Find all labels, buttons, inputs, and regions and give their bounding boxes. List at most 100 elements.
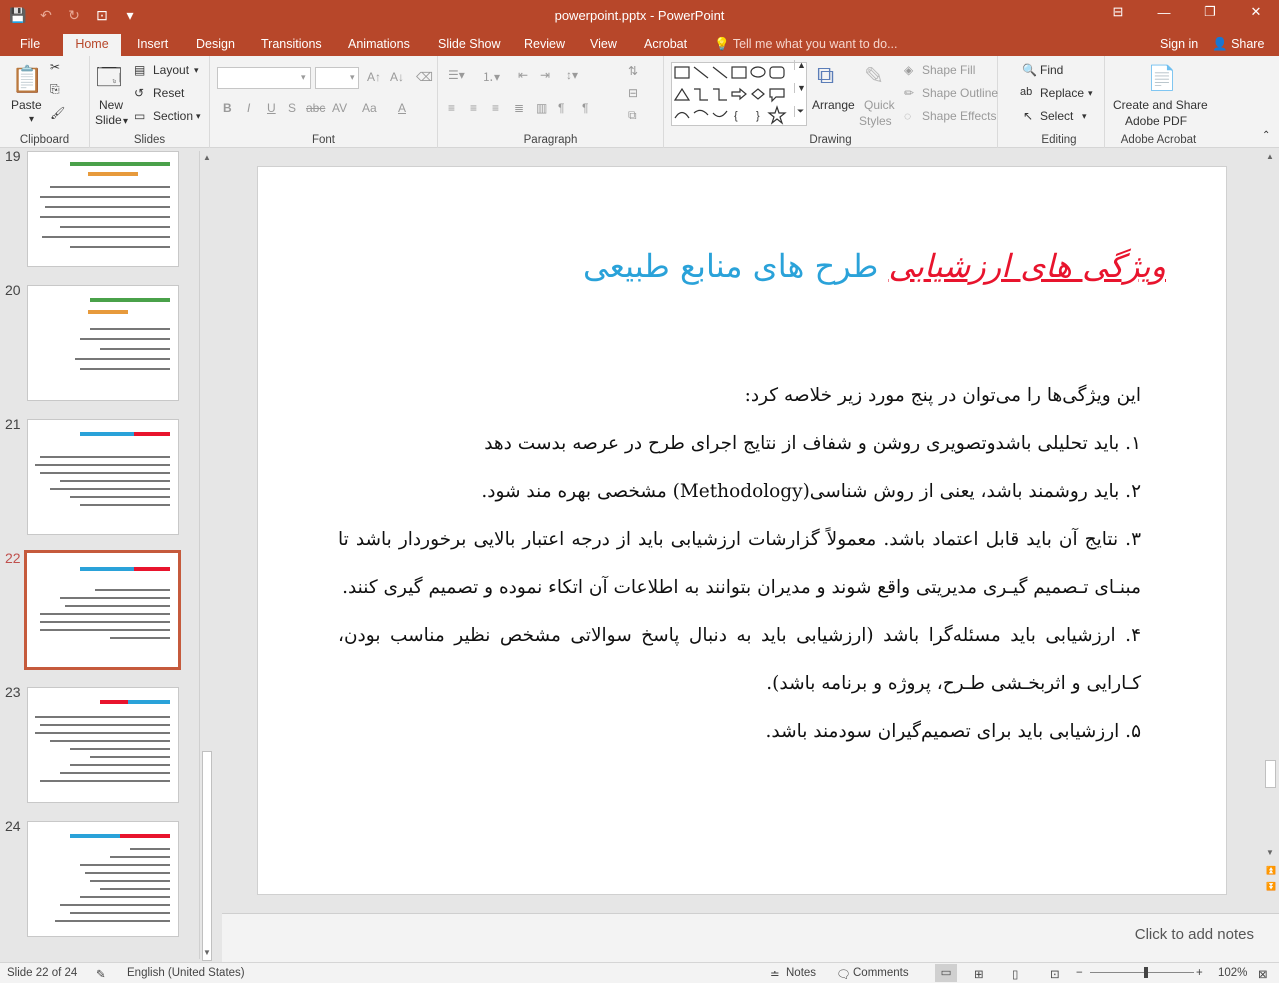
slide-canvas[interactable]: ویژگی های ارزشیابی طرح های منابع طبیعی ا… xyxy=(257,166,1227,895)
slide-thumbnail-21[interactable] xyxy=(27,419,179,535)
paste-icon[interactable]: 📋 xyxy=(11,64,43,95)
shapes-more-icon[interactable]: ⏷ xyxy=(794,106,804,117)
replace-button[interactable]: Replace xyxy=(1040,86,1084,100)
slide-thumbnail-22[interactable] xyxy=(24,550,181,670)
arrange-button[interactable]: Arrange xyxy=(812,98,855,112)
change-case-button[interactable]: Aa xyxy=(362,101,377,115)
language-indicator[interactable]: English (United States) xyxy=(127,967,245,979)
previous-slide-icon[interactable]: ⏫ xyxy=(1266,866,1276,875)
new-slide-label-2[interactable]: Slide xyxy=(95,113,122,127)
tab-view[interactable]: View xyxy=(582,34,625,56)
rtl-icon[interactable]: ¶ xyxy=(558,101,564,115)
zoom-level[interactable]: 102% xyxy=(1218,967,1247,979)
shapes-gallery[interactable]: { } xyxy=(671,62,807,126)
text-direction-icon[interactable]: ⇅ xyxy=(628,64,638,78)
cut-icon[interactable]: ✂ xyxy=(50,60,60,74)
zoom-slider-handle[interactable] xyxy=(1144,967,1148,978)
zoom-slider[interactable] xyxy=(1090,972,1194,973)
shapes-scroll-up-icon[interactable]: ▲ xyxy=(794,60,806,70)
strikethrough-button[interactable]: abc xyxy=(306,101,325,115)
zoom-in-icon[interactable]: + xyxy=(1196,967,1203,979)
tab-acrobat[interactable]: Acrobat xyxy=(636,34,695,56)
increase-font-icon[interactable]: A↑ xyxy=(367,70,381,84)
notes-pane[interactable]: Click to add notes xyxy=(222,913,1279,962)
ltr-icon[interactable]: ¶ xyxy=(582,101,588,115)
underline-button[interactable]: U xyxy=(267,101,276,115)
shape-effects-button[interactable]: Shape Effects xyxy=(922,109,997,123)
new-slide-label-1[interactable]: New xyxy=(99,98,123,112)
shape-fill-button[interactable]: Shape Fill xyxy=(922,63,975,77)
font-color-button[interactable]: A xyxy=(398,101,406,115)
align-text-icon[interactable]: ⊟ xyxy=(628,86,638,100)
tab-file[interactable]: File xyxy=(12,34,48,56)
reading-view-icon[interactable]: ▯ xyxy=(1012,967,1018,981)
scrollbar-thumb[interactable] xyxy=(1265,760,1276,788)
notes-button[interactable]: Notes xyxy=(786,967,816,979)
scroll-up-icon[interactable]: ▲ xyxy=(203,153,211,162)
thumbnails-scrollbar[interactable]: ▲ ▼ xyxy=(199,151,214,961)
justify-icon[interactable]: ≣ xyxy=(514,101,524,115)
restore-button[interactable]: ❐ xyxy=(1187,0,1233,24)
slide-thumbnail-19[interactable] xyxy=(27,151,179,267)
select-button[interactable]: Select xyxy=(1040,109,1073,123)
line-spacing-icon[interactable]: ↕▾ xyxy=(566,68,578,82)
layout-button[interactable]: Layout xyxy=(153,63,189,77)
tab-animations[interactable]: Animations xyxy=(340,34,418,56)
align-left-icon[interactable]: ≡ xyxy=(448,101,455,115)
comments-button[interactable]: Comments xyxy=(853,967,909,979)
shape-outline-button[interactable]: Shape Outline xyxy=(922,86,998,100)
ribbon-display-options-icon[interactable]: ⊟ xyxy=(1095,0,1141,24)
font-size-dropdown-icon[interactable]: ▾ xyxy=(350,72,355,83)
tab-review[interactable]: Review xyxy=(516,34,573,56)
slide-sorter-icon[interactable]: ⊞ xyxy=(974,967,984,981)
tab-design[interactable]: Design xyxy=(188,34,243,56)
shapes-scroll-down-icon[interactable]: ▼ xyxy=(794,83,806,93)
decrease-indent-icon[interactable]: ⇤ xyxy=(518,68,528,82)
columns-icon[interactable]: ▥ xyxy=(536,101,547,115)
slide-title[interactable]: ویژگی های ارزشیابی طرح های منابع طبیعی xyxy=(583,247,1166,285)
collapse-ribbon-icon[interactable]: ⌃ xyxy=(1262,130,1270,141)
new-slide-icon[interactable]: 🗔 xyxy=(96,60,122,101)
section-button[interactable]: Section xyxy=(153,109,193,123)
slide-show-icon[interactable]: ⊡ xyxy=(1050,967,1060,981)
scrollbar-thumb[interactable] xyxy=(202,751,212,961)
paste-dropdown-icon[interactable]: ▾ xyxy=(29,114,34,125)
align-right-icon[interactable]: ≡ xyxy=(492,101,499,115)
scroll-down-icon[interactable]: ▼ xyxy=(1266,848,1274,857)
fit-to-window-icon[interactable]: ⊠ xyxy=(1258,967,1268,981)
zoom-out-icon[interactable]: − xyxy=(1076,967,1083,979)
create-pdf-label-1[interactable]: Create and Share xyxy=(1113,98,1208,112)
share-button[interactable]: 👤 Share xyxy=(1206,34,1264,54)
spelling-icon[interactable]: ✎ xyxy=(96,967,106,981)
slide-thumbnail-20[interactable] xyxy=(27,285,179,401)
shadow-button[interactable]: S xyxy=(288,101,296,115)
copy-icon[interactable]: ⎘ xyxy=(50,82,60,97)
replace-dropdown-icon[interactable]: ▾ xyxy=(1088,88,1093,99)
scroll-down-icon[interactable]: ▼ xyxy=(203,948,211,957)
quick-styles-label-1[interactable]: Quick xyxy=(864,98,895,112)
normal-view-icon[interactable]: ▭ xyxy=(935,964,957,982)
bullets-icon[interactable]: ☰▾ xyxy=(448,68,465,82)
reset-button[interactable]: Reset xyxy=(153,86,184,100)
minimize-button[interactable]: — xyxy=(1141,0,1187,24)
character-spacing-button[interactable]: AV xyxy=(332,101,347,115)
close-button[interactable]: ✕ xyxy=(1233,0,1279,24)
new-slide-dropdown-icon[interactable]: ▾ xyxy=(123,116,128,127)
italic-button[interactable]: I xyxy=(247,101,250,115)
quick-styles-icon[interactable]: ✎ xyxy=(864,62,884,91)
slide-thumbnail-24[interactable] xyxy=(27,821,179,937)
slide-scrollbar[interactable]: ▲ ▼ ⏫ ⏬ xyxy=(1262,148,1279,913)
tab-slide-show[interactable]: Slide Show xyxy=(430,34,509,56)
tab-home[interactable]: Home xyxy=(63,34,121,56)
layout-dropdown-icon[interactable]: ▾ xyxy=(194,65,199,76)
sign-in-link[interactable]: Sign in xyxy=(1160,34,1198,54)
font-name-dropdown-icon[interactable]: ▾ xyxy=(301,72,306,83)
numbering-icon[interactable]: ⒈▾ xyxy=(482,68,500,85)
slide-thumbnail-23[interactable] xyxy=(27,687,179,803)
find-button[interactable]: Find xyxy=(1040,63,1063,77)
next-slide-icon[interactable]: ⏬ xyxy=(1266,882,1276,891)
paste-button[interactable]: Paste xyxy=(11,98,42,112)
font-name-input[interactable] xyxy=(217,67,311,89)
bold-button[interactable]: B xyxy=(223,101,232,115)
create-pdf-label-2[interactable]: Adobe PDF xyxy=(1125,114,1187,128)
